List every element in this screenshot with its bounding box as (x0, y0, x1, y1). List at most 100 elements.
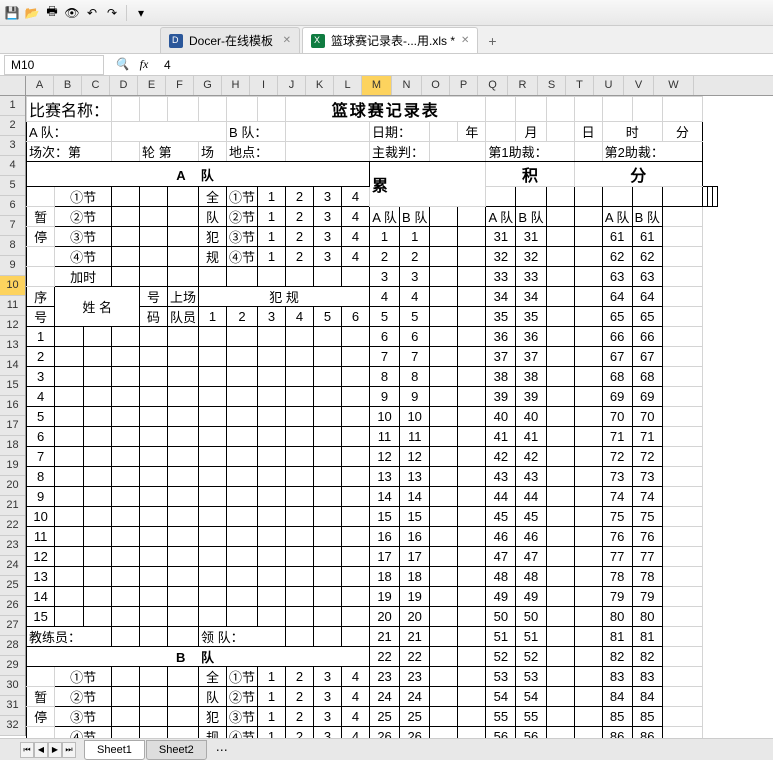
row-header[interactable]: 20 (0, 476, 25, 496)
cell[interactable] (199, 527, 227, 547)
row-header[interactable]: 12 (0, 316, 25, 336)
cell[interactable]: 51 (516, 627, 546, 647)
cell[interactable] (546, 527, 574, 547)
cell[interactable] (574, 187, 602, 207)
cell[interactable] (112, 727, 140, 739)
cell[interactable]: 79 (632, 587, 662, 607)
cell[interactable] (458, 727, 486, 739)
cell[interactable] (199, 387, 227, 407)
cell[interactable] (712, 187, 717, 207)
cell[interactable] (430, 347, 458, 367)
cell[interactable]: 10 (27, 507, 55, 527)
cell[interactable]: 14 (370, 487, 400, 507)
sheet-tab-1[interactable]: Sheet1 (84, 740, 145, 760)
cell[interactable] (458, 507, 486, 527)
cell[interactable] (83, 407, 111, 427)
cell[interactable] (258, 507, 286, 527)
cell[interactable] (227, 527, 258, 547)
cell[interactable] (140, 227, 168, 247)
cell[interactable]: 13 (27, 567, 55, 587)
cell[interactable] (342, 427, 370, 447)
cell[interactable] (430, 727, 458, 739)
cell[interactable] (258, 327, 286, 347)
cell[interactable] (112, 627, 140, 647)
cell[interactable]: 74 (632, 487, 662, 507)
cell[interactable] (314, 587, 342, 607)
cell[interactable] (458, 707, 486, 727)
cell[interactable] (55, 407, 83, 427)
add-tab-button[interactable]: + (480, 29, 504, 53)
cell[interactable]: 4 (342, 667, 370, 687)
cell[interactable]: 32 (516, 247, 546, 267)
cell[interactable]: 64 (602, 287, 632, 307)
cell[interactable] (458, 267, 486, 287)
cell[interactable] (458, 527, 486, 547)
cell[interactable] (574, 527, 602, 547)
cell[interactable] (227, 587, 258, 607)
cell[interactable]: 9 (370, 387, 400, 407)
cell[interactable] (574, 547, 602, 567)
cell[interactable]: 16 (370, 527, 400, 547)
cell[interactable]: 69 (602, 387, 632, 407)
cell[interactable]: 33 (516, 267, 546, 287)
cell[interactable] (546, 587, 574, 607)
cell[interactable]: 地点： (227, 142, 286, 162)
cell[interactable]: 4 (400, 287, 430, 307)
cell[interactable]: B 队 (27, 647, 370, 667)
col-header[interactable]: K (306, 76, 334, 95)
cell[interactable] (314, 427, 342, 447)
cell[interactable] (662, 527, 702, 547)
cell[interactable]: 14 (27, 587, 55, 607)
cell[interactable] (258, 467, 286, 487)
cell[interactable] (55, 447, 83, 467)
cell[interactable] (430, 367, 458, 387)
cell[interactable] (546, 467, 574, 487)
cell[interactable]: ③节 (55, 227, 112, 247)
cell[interactable] (140, 427, 168, 447)
cell[interactable]: 22 (400, 647, 430, 667)
cell[interactable] (258, 587, 286, 607)
cell[interactable]: 14 (400, 487, 430, 507)
cell[interactable]: 75 (632, 507, 662, 527)
row-header[interactable]: 11 (0, 296, 25, 316)
cell[interactable] (574, 667, 602, 687)
col-header[interactable]: S (538, 76, 566, 95)
cell[interactable]: 1 (258, 247, 286, 267)
cell[interactable] (342, 387, 370, 407)
cell[interactable] (140, 687, 168, 707)
cell[interactable] (258, 607, 286, 627)
cell[interactable] (83, 427, 111, 447)
cell[interactable] (258, 367, 286, 387)
cell[interactable] (168, 467, 199, 487)
cell[interactable]: 全 (199, 667, 227, 687)
cell[interactable] (574, 687, 602, 707)
cell[interactable] (662, 727, 702, 739)
cell[interactable] (662, 647, 702, 667)
cell[interactable]: 78 (602, 567, 632, 587)
cell[interactable] (112, 507, 140, 527)
cell[interactable]: 7 (400, 347, 430, 367)
cell[interactable]: 20 (370, 607, 400, 627)
cell[interactable]: ②节 (227, 207, 258, 227)
cell[interactable] (458, 327, 486, 347)
cell[interactable] (430, 247, 458, 267)
cell[interactable]: 1 (400, 227, 430, 247)
cell[interactable]: 56 (486, 727, 516, 739)
col-header[interactable]: U (594, 76, 624, 95)
cell[interactable] (430, 142, 486, 162)
row-header[interactable]: 23 (0, 536, 25, 556)
row-header[interactable]: 10 (0, 276, 25, 296)
open-icon[interactable]: 📂 (24, 5, 40, 21)
cell[interactable]: 85 (602, 707, 632, 727)
cell[interactable]: 66 (602, 327, 632, 347)
cell[interactable]: 66 (632, 327, 662, 347)
cell[interactable]: 52 (486, 647, 516, 667)
cell[interactable]: 75 (602, 507, 632, 527)
cell[interactable]: 82 (632, 647, 662, 667)
cell[interactable]: 4 (370, 287, 400, 307)
cell[interactable] (286, 447, 314, 467)
cell[interactable] (199, 407, 227, 427)
cell[interactable] (168, 407, 199, 427)
cell[interactable]: 犯 (199, 227, 227, 247)
cell[interactable]: 2 (400, 247, 430, 267)
